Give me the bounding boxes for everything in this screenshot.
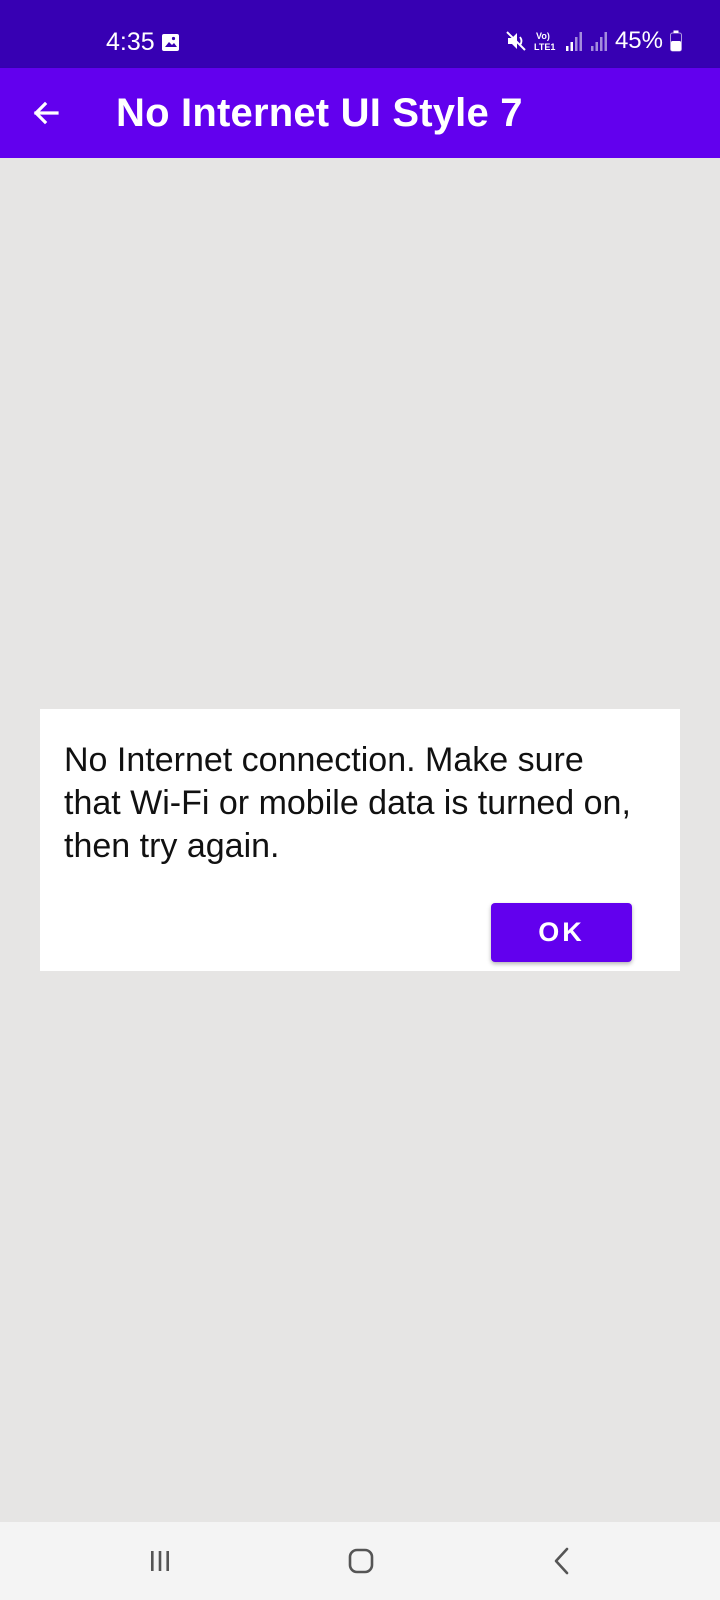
nav-back-button[interactable] — [533, 1536, 593, 1586]
status-bar: 4:35 Vo) LTE1 45% — [0, 0, 720, 68]
svg-text:LTE1: LTE1 — [534, 42, 555, 52]
ok-button[interactable]: OK — [491, 903, 632, 962]
signal-icon — [590, 32, 607, 51]
recents-icon — [151, 1551, 169, 1571]
home-button[interactable] — [331, 1536, 391, 1586]
recents-button[interactable] — [130, 1536, 190, 1586]
battery-percent: 45% — [614, 27, 663, 54]
back-button[interactable] — [22, 89, 70, 137]
back-icon — [554, 1547, 569, 1575]
dialog-message: No Internet connection. Make sure that W… — [64, 741, 631, 865]
status-time: 4:35 — [106, 28, 155, 56]
arrow-left-icon — [33, 101, 59, 125]
status-icons: Vo) LTE1 45% — [505, 26, 682, 56]
battery-icon — [670, 30, 682, 52]
volte-icon: Vo) LTE1 — [534, 31, 555, 52]
no-internet-dialog: No Internet connection. Make sure that W… — [40, 709, 680, 971]
signal-icon — [565, 32, 582, 51]
page-title: No Internet UI Style 7 — [116, 91, 523, 135]
app-bar: No Internet UI Style 7 — [0, 68, 720, 158]
gallery-icon — [162, 34, 179, 51]
navigation-bar — [0, 1522, 720, 1600]
home-icon — [348, 1548, 374, 1574]
svg-text:Vo): Vo) — [536, 31, 550, 41]
mute-icon — [506, 31, 526, 51]
